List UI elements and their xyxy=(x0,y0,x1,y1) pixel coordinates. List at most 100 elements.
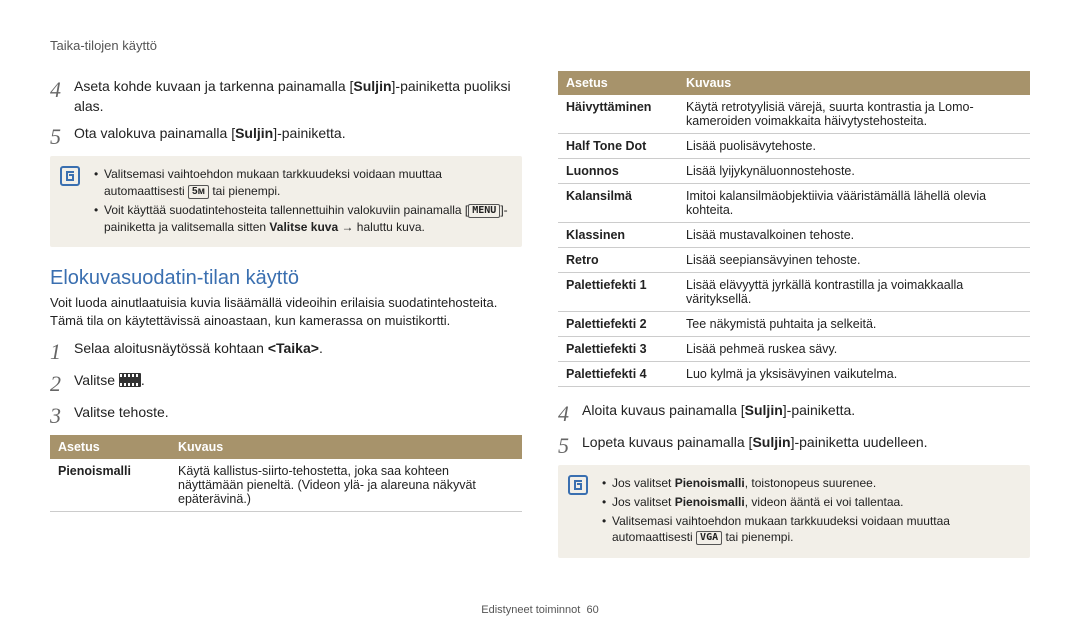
text: , toistonopeus suurenee. xyxy=(745,476,876,490)
setting-desc: Imitoi kalansilmäobjektiivia vääristämäl… xyxy=(678,184,1030,223)
bold: Suljin xyxy=(752,434,790,450)
setting-desc: Lisää pehmeä ruskea sävy. xyxy=(678,337,1030,362)
setting-name: Palettiefekti 1 xyxy=(558,273,678,312)
text: tai pienempi. xyxy=(722,530,793,544)
note-box-upper: Valitsemasi vaihtoehdon mukaan tarkkuude… xyxy=(50,156,522,247)
bold: Suljin xyxy=(353,78,391,94)
step-number: 1 xyxy=(50,339,74,363)
text: Aseta kohde kuvaan ja tarkenna painamall… xyxy=(74,78,353,94)
resolution-chip: VGA xyxy=(696,531,722,545)
breadcrumb: Taika-tilojen käyttö xyxy=(50,38,1030,53)
note-box-lower: Jos valitset Pienoismalli, toistonopeus … xyxy=(558,465,1030,558)
left-column: 4 Aseta kohde kuvaan ja tarkenna painama… xyxy=(50,71,522,576)
setting-name: Half Tone Dot xyxy=(558,134,678,159)
text: Jos valitset xyxy=(612,476,675,490)
setting-name: Pienoismalli xyxy=(50,459,170,512)
text: tai pienempi. xyxy=(209,184,280,198)
table-header: Kuvaus xyxy=(170,435,522,459)
bold: <Taika> xyxy=(268,340,319,356)
note-item: Valitsemasi vaihtoehdon mukaan tarkkuude… xyxy=(94,166,510,200)
setting-desc: Lisää puolisävytehoste. xyxy=(678,134,1030,159)
table-row: Palettiefekti 4Luo kylmä ja yksisävyinen… xyxy=(558,362,1030,387)
step-1: 1 Selaa aloitusnäytössä kohtaan <Taika>. xyxy=(50,339,522,363)
bold: Suljin xyxy=(235,125,273,141)
text: Valitse xyxy=(74,372,119,388)
step-number: 5 xyxy=(558,433,582,457)
resolution-chip: 5м xyxy=(188,185,209,199)
footer-section-label: Edistyneet toiminnot xyxy=(481,604,580,616)
note-icon xyxy=(60,166,80,186)
note-item: Jos valitset Pienoismalli, toistonopeus … xyxy=(602,475,1018,492)
setting-desc: Lisää lyijykynäluonnostehoste. xyxy=(678,159,1030,184)
section-lead: Voit luoda ainutlaatuisia kuvia lisäämäl… xyxy=(50,294,522,329)
table-row: Half Tone DotLisää puolisävytehoste. xyxy=(558,134,1030,159)
text: → haluttu kuva. xyxy=(338,220,425,234)
setting-desc: Lisää seepiansävyinen tehoste. xyxy=(678,248,1030,273)
film-mode-icon xyxy=(119,373,141,387)
step-number: 4 xyxy=(50,77,74,101)
bold: Suljin xyxy=(745,402,783,418)
step-5-upper: 5 Ota valokuva painamalla [Suljin]-paini… xyxy=(50,124,522,148)
step-2: 2 Valitse . xyxy=(50,371,522,395)
step-4-upper: 4 Aseta kohde kuvaan ja tarkenna painama… xyxy=(50,77,522,116)
setting-name: Palettiefekti 3 xyxy=(558,337,678,362)
setting-name: Klassinen xyxy=(558,223,678,248)
step-3: 3 Valitse tehoste. xyxy=(50,403,522,427)
text: Voit käyttää suodatintehosteita tallenne… xyxy=(104,203,468,217)
text: ]-painiketta. xyxy=(783,402,855,418)
step-5-lower: 5 Lopeta kuvaus painamalla [Suljin]-pain… xyxy=(558,433,1030,457)
table-row: LuonnosLisää lyijykynäluonnostehoste. xyxy=(558,159,1030,184)
settings-table-left: Asetus Kuvaus Pienoismalli Käytä kallist… xyxy=(50,435,522,512)
table-row: Pienoismalli Käytä kallistus-siirto-teho… xyxy=(50,459,522,512)
table-row: Palettiefekti 1Lisää elävyyttä jyrkällä … xyxy=(558,273,1030,312)
setting-name: Palettiefekti 4 xyxy=(558,362,678,387)
footer-page-number: 60 xyxy=(586,604,598,616)
table-row: Palettiefekti 2Tee näkymistä puhtaita ja… xyxy=(558,312,1030,337)
bold: Pienoismalli xyxy=(675,495,745,509)
setting-name: Häivyttäminen xyxy=(558,95,678,134)
setting-desc: Käytä retrotyylisiä värejä, suurta kontr… xyxy=(678,95,1030,134)
text: ]-painiketta. xyxy=(273,125,345,141)
setting-name: Kalansilmä xyxy=(558,184,678,223)
text: Jos valitset xyxy=(612,495,675,509)
text: Lopeta kuvaus painamalla [ xyxy=(582,434,752,450)
section-heading: Elokuvasuodatin-tilan käyttö xyxy=(50,267,522,290)
step-number: 4 xyxy=(558,401,582,425)
bold: Pienoismalli xyxy=(675,476,745,490)
step-4-lower: 4 Aloita kuvaus painamalla [Suljin]-pain… xyxy=(558,401,1030,425)
text: Selaa aloitusnäytössä kohtaan xyxy=(74,340,268,356)
settings-table-right: Asetus Kuvaus HäivyttäminenKäytä retroty… xyxy=(558,71,1030,387)
menu-button-chip: MENU xyxy=(468,204,500,218)
page-footer: Edistyneet toiminnot 60 xyxy=(0,604,1080,616)
step-number: 3 xyxy=(50,403,74,427)
note-item: Voit käyttää suodatintehosteita tallenne… xyxy=(94,202,510,236)
setting-desc: Tee näkymistä puhtaita ja selkeitä. xyxy=(678,312,1030,337)
right-column: Asetus Kuvaus HäivyttäminenKäytä retroty… xyxy=(558,71,1030,576)
text: Valitse tehoste. xyxy=(74,403,169,423)
table-row: HäivyttäminenKäytä retrotyylisiä värejä,… xyxy=(558,95,1030,134)
text: . xyxy=(141,372,145,388)
table-header: Asetus xyxy=(50,435,170,459)
note-icon xyxy=(568,475,588,495)
note-item: Valitsemasi vaihtoehdon mukaan tarkkuude… xyxy=(602,513,1018,547)
setting-name: Palettiefekti 2 xyxy=(558,312,678,337)
table-header: Asetus xyxy=(558,71,678,95)
table-header: Kuvaus xyxy=(678,71,1030,95)
note-item: Jos valitset Pienoismalli, videon ääntä … xyxy=(602,494,1018,511)
text: Ota valokuva painamalla [ xyxy=(74,125,235,141)
table-row: Palettiefekti 3Lisää pehmeä ruskea sävy. xyxy=(558,337,1030,362)
step-number: 5 xyxy=(50,124,74,148)
bold: Valitse kuva xyxy=(269,220,338,234)
setting-name: Retro xyxy=(558,248,678,273)
setting-desc: Lisää mustavalkoinen tehoste. xyxy=(678,223,1030,248)
setting-desc: Luo kylmä ja yksisävyinen vaikutelma. xyxy=(678,362,1030,387)
text: Aloita kuvaus painamalla [ xyxy=(582,402,745,418)
setting-desc: Lisää elävyyttä jyrkällä kontrastilla ja… xyxy=(678,273,1030,312)
table-row: KlassinenLisää mustavalkoinen tehoste. xyxy=(558,223,1030,248)
table-row: KalansilmäImitoi kalansilmäobjektiivia v… xyxy=(558,184,1030,223)
text: , videon ääntä ei voi tallentaa. xyxy=(745,495,904,509)
setting-name: Luonnos xyxy=(558,159,678,184)
table-row: RetroLisää seepiansävyinen tehoste. xyxy=(558,248,1030,273)
text: . xyxy=(319,340,323,356)
step-number: 2 xyxy=(50,371,74,395)
